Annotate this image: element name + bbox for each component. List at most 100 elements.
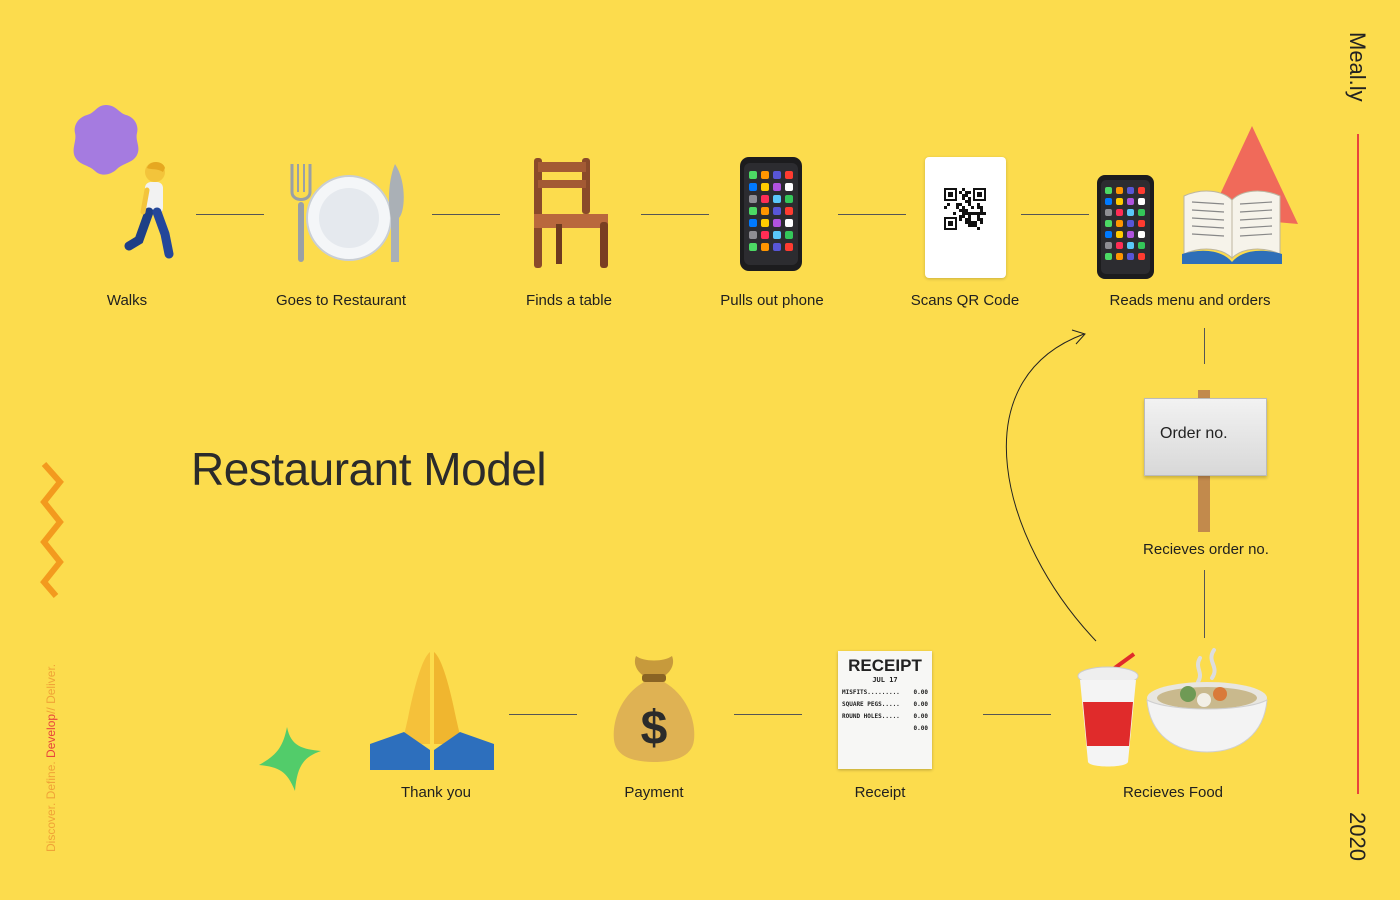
app-tile bbox=[785, 195, 793, 203]
app-tile bbox=[1116, 209, 1123, 216]
receipt-row: SQUARE PEGS..... 0.00 bbox=[838, 701, 932, 708]
app-tile bbox=[749, 243, 757, 251]
drink-icon bbox=[1077, 652, 1139, 767]
receipt-item: ROUND HOLES..... bbox=[842, 713, 900, 720]
walking-person-icon bbox=[124, 162, 174, 259]
app-tile bbox=[1116, 231, 1123, 238]
app-tile bbox=[773, 183, 781, 191]
app-tile bbox=[761, 219, 769, 227]
qr-module bbox=[971, 212, 974, 215]
qr-module bbox=[971, 206, 974, 209]
phone-icon bbox=[740, 157, 802, 271]
receipt-item: MISFITS......... bbox=[842, 689, 900, 696]
step-label-receipt: Receipt bbox=[854, 784, 906, 801]
app-tile bbox=[1105, 220, 1112, 227]
app-tile bbox=[1127, 220, 1134, 227]
app-tile bbox=[761, 243, 769, 251]
qr-module bbox=[968, 200, 971, 203]
receipt-amount: 0.00 bbox=[913, 713, 928, 720]
app-tile bbox=[761, 231, 769, 239]
qr-module bbox=[968, 215, 971, 218]
step-label-walks: Walks bbox=[106, 292, 148, 309]
qr-module bbox=[962, 188, 965, 191]
app-tile bbox=[773, 195, 781, 203]
receipt-row: 0.00 bbox=[838, 725, 932, 732]
app-tile bbox=[1105, 253, 1112, 260]
step-label-table: Finds a table bbox=[526, 292, 612, 309]
plate-cutlery-icon bbox=[290, 164, 404, 262]
qr-module bbox=[947, 203, 950, 206]
app-tile bbox=[773, 171, 781, 179]
qr-module bbox=[953, 212, 956, 215]
qr-module bbox=[971, 221, 974, 224]
app-tile bbox=[1127, 242, 1134, 249]
app-tile bbox=[1127, 253, 1134, 260]
phone-icon bbox=[1097, 175, 1154, 279]
app-tile bbox=[761, 171, 769, 179]
step-label-payment: Payment bbox=[624, 784, 684, 801]
app-tile bbox=[1105, 242, 1112, 249]
qr-module bbox=[965, 209, 968, 212]
qr-module bbox=[977, 227, 980, 230]
qr-module bbox=[959, 203, 962, 206]
qr-module bbox=[965, 191, 968, 194]
qr-module bbox=[956, 203, 959, 206]
qr-module bbox=[977, 218, 980, 221]
qr-module bbox=[974, 212, 977, 215]
qr-module bbox=[968, 212, 971, 215]
step-label-food: Recieves Food bbox=[1122, 784, 1224, 801]
step-label-qr: Scans QR Code bbox=[910, 292, 1020, 309]
chair-icon bbox=[534, 158, 608, 268]
receipt-icon: RECEIPT JUL 17 MISFITS......... 0.00 SQUA… bbox=[838, 651, 932, 769]
receipt-row: MISFITS......... 0.00 bbox=[838, 689, 932, 696]
receipt-amount: 0.00 bbox=[913, 725, 928, 732]
money-bag-icon: $ bbox=[613, 656, 695, 762]
qr-module bbox=[974, 224, 977, 227]
qr-module bbox=[980, 206, 983, 209]
soup-bowl-icon bbox=[1146, 648, 1268, 753]
app-tile bbox=[1138, 187, 1145, 194]
qr-module bbox=[977, 206, 980, 209]
qr-module bbox=[968, 221, 971, 224]
qr-module bbox=[977, 215, 980, 218]
qr-code-icon bbox=[944, 188, 986, 230]
receipt-date: JUL 17 bbox=[872, 676, 898, 684]
qr-module bbox=[944, 206, 947, 209]
app-tile bbox=[1138, 253, 1145, 260]
app-tile bbox=[785, 171, 793, 179]
app-tile bbox=[1105, 209, 1112, 216]
app-tile bbox=[749, 183, 757, 191]
qr-module bbox=[962, 194, 965, 197]
app-tile bbox=[1116, 220, 1123, 227]
app-tile bbox=[1138, 198, 1145, 205]
qr-module bbox=[983, 212, 986, 215]
qr-module bbox=[980, 221, 983, 224]
qr-module bbox=[977, 212, 980, 215]
qr-module bbox=[980, 209, 983, 212]
qr-module bbox=[968, 224, 971, 227]
receipt-title: RECEIPT bbox=[848, 656, 922, 675]
qr-module bbox=[962, 215, 965, 218]
app-tile bbox=[1105, 187, 1112, 194]
app-tile bbox=[773, 207, 781, 215]
qr-module bbox=[968, 218, 971, 221]
qr-module bbox=[962, 209, 965, 212]
qr-module bbox=[959, 209, 962, 212]
app-tile bbox=[749, 195, 757, 203]
qr-module bbox=[977, 203, 980, 206]
app-tile bbox=[1138, 242, 1145, 249]
qr-module bbox=[965, 194, 968, 197]
qr-module bbox=[980, 212, 983, 215]
app-tile bbox=[1138, 209, 1145, 216]
app-tile bbox=[1138, 220, 1145, 227]
svg-text:$: $ bbox=[641, 702, 668, 755]
qr-module bbox=[962, 197, 965, 200]
receipt-amount: 0.00 bbox=[913, 689, 928, 696]
praying-hands-icon bbox=[370, 652, 494, 770]
app-tile bbox=[1116, 198, 1123, 205]
qr-module bbox=[968, 197, 971, 200]
step-label-order-no: Recieves order no. bbox=[1143, 541, 1269, 558]
qr-module bbox=[974, 221, 977, 224]
app-tile bbox=[773, 243, 781, 251]
qr-module bbox=[965, 212, 968, 215]
